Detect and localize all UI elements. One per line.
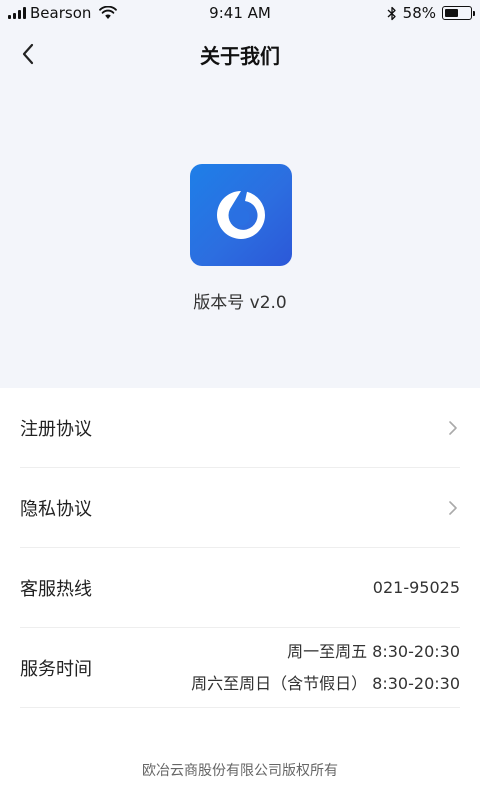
version-label: 版本号 v2.0 [193, 293, 287, 313]
hotline-row[interactable]: 客服热线 021-95025 [20, 548, 460, 628]
service-time-label: 服务时间 [20, 658, 92, 680]
service-time-weekend: 周六至周日（含节假日） 8:30-20:30 [191, 673, 460, 693]
hotline-label: 客服热线 [20, 578, 92, 600]
copyright-footer: 欧冶云商股份有限公司版权所有 [142, 763, 338, 779]
privacy-agreement-row[interactable]: 隐私协议 [20, 468, 460, 548]
status-right: 58% [387, 4, 475, 22]
service-time-weekday: 周一至周五 8:30-20:30 [287, 641, 460, 661]
battery-icon [442, 6, 475, 20]
register-agreement-row[interactable]: 注册协议 [20, 388, 460, 468]
app-logo-icon [217, 191, 265, 239]
service-hours: 周一至周五 8:30-20:30 周六至周日（含节假日） 8:30-20:30 [191, 636, 460, 700]
battery-fill [445, 9, 458, 17]
battery-percent: 58% [402, 4, 436, 22]
service-time-row: 服务时间 周一至周五 8:30-20:30 周六至周日（含节假日） 8:30-2… [20, 628, 460, 708]
app-logo [190, 164, 292, 266]
page-title: 关于我们 [200, 44, 280, 68]
nav-bar: 关于我们 [0, 26, 480, 82]
app-info-section: 版本号 v2.0 [0, 82, 480, 388]
status-bar: Bearson 9:41 AM 58% [0, 0, 480, 26]
chevron-right-icon [449, 420, 457, 435]
about-screen: Bearson 9:41 AM 58% 关于我们 版本号 v2.0 注册协议 隐… [0, 0, 480, 800]
bluetooth-icon [387, 6, 396, 20]
chevron-right-icon [449, 500, 457, 515]
hotline-value[interactable]: 021-95025 [373, 578, 460, 597]
privacy-agreement-label: 隐私协议 [20, 498, 92, 520]
info-list: 注册协议 隐私协议 客服热线 021-95025 服务时间 周一至周五 8:30… [0, 388, 480, 800]
register-agreement-label: 注册协议 [20, 418, 92, 440]
